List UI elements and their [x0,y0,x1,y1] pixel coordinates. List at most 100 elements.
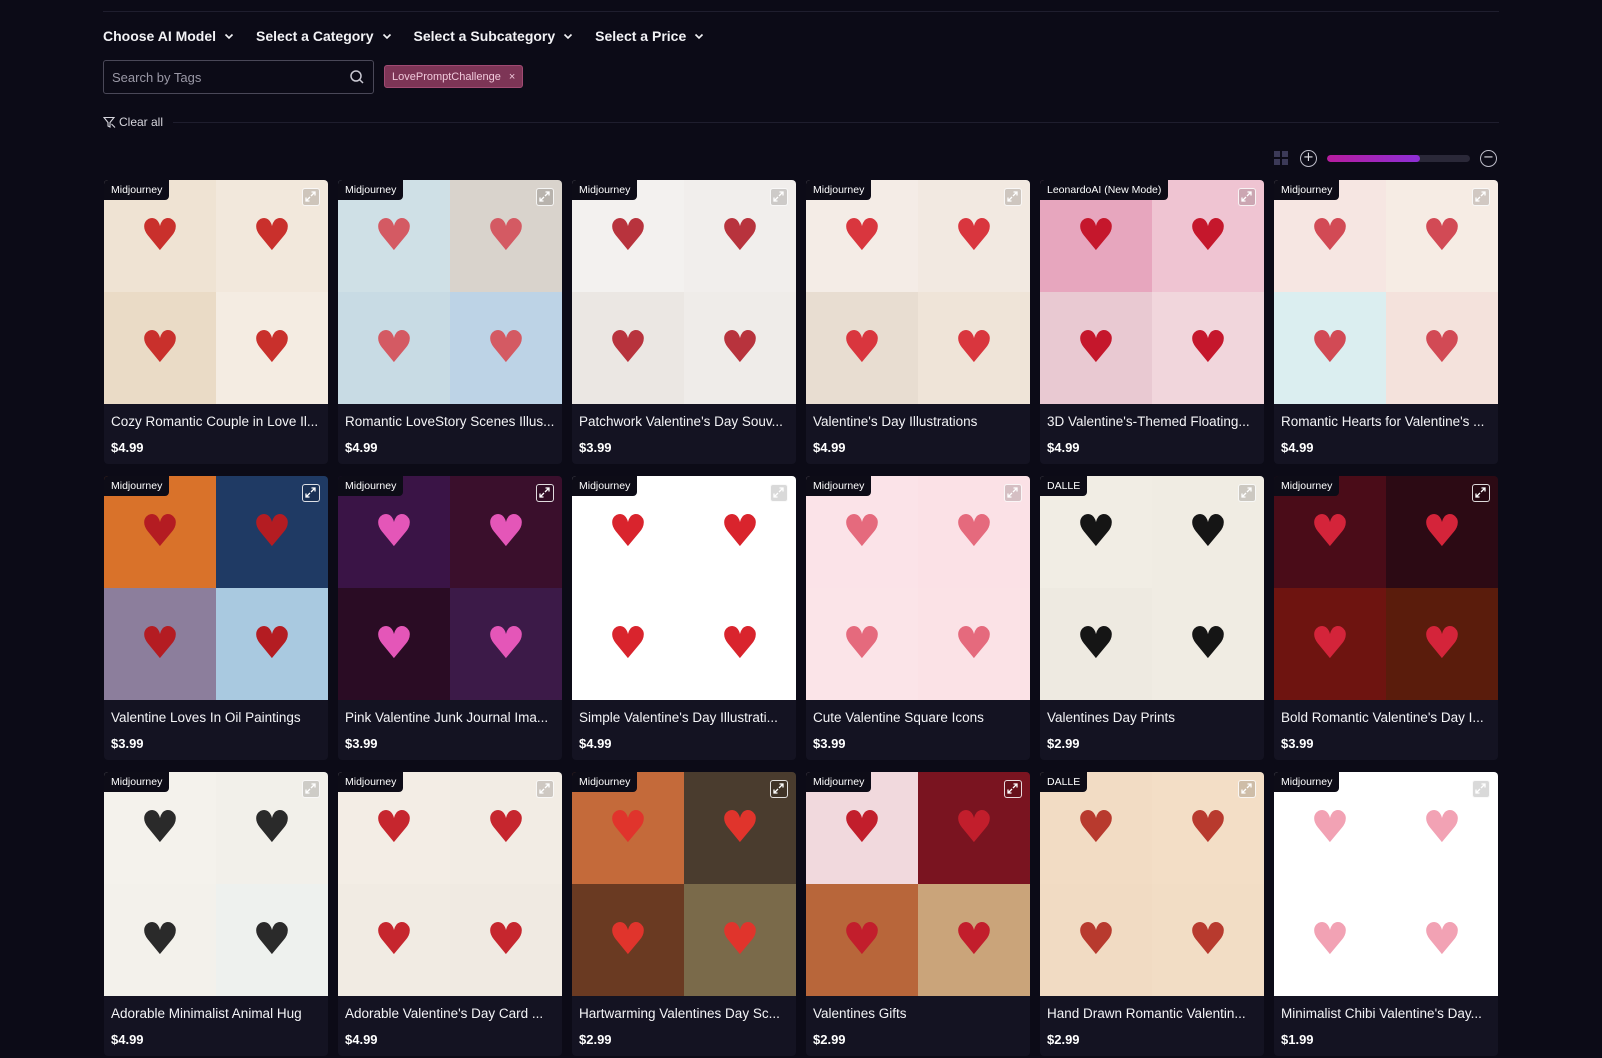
heart-icon: ♥ [1310,618,1350,669]
expand-icon[interactable] [302,188,320,206]
product-card[interactable]: ♥ ♥ ♥ ♥ DALLE Valentines Day Prints $2.99 [1040,476,1264,760]
product-title[interactable]: Valentine's Day Illustrations [813,414,1025,429]
product-thumbnail[interactable]: ♥ ♥ ♥ ♥ LeonardoAI (New Mode) [1040,180,1264,404]
heart-icon: ♥ [374,914,414,965]
product-card[interactable]: ♥ ♥ ♥ ♥ Midjourney Simple Valentine's Day Ill… [572,476,796,760]
product-card[interactable]: ♥ ♥ ♥ ♥ Midjourney Minimalist Chibi Valentine… [1274,772,1498,1056]
product-title[interactable]: Valentines Gifts [813,1006,1025,1021]
product-card[interactable]: ♥ ♥ ♥ ♥ Midjourney Bold Romantic Valentine's … [1274,476,1498,760]
expand-icon[interactable] [770,188,788,206]
product-card[interactable]: ♥ ♥ ♥ ♥ Midjourney Patchwork Valentine's Day … [572,180,796,464]
product-title[interactable]: Valentine Loves In Oil Paintings [111,710,323,725]
product-card[interactable]: ♥ ♥ ♥ ♥ DALLE Hand Drawn Romantic Valentin...… [1040,772,1264,1056]
product-title[interactable]: Adorable Minimalist Animal Hug [111,1006,323,1021]
expand-icon[interactable] [1238,780,1256,798]
product-card[interactable]: ♥ ♥ ♥ ♥ Midjourney Romantic LoveStory Scenes … [338,180,562,464]
product-thumbnail[interactable]: ♥ ♥ ♥ ♥ Midjourney [104,476,328,700]
heart-icon: ♥ [374,322,414,373]
product-card[interactable]: ♥ ♥ ♥ ♥ Midjourney Pink Valentine Junk Journa… [338,476,562,760]
expand-icon[interactable] [1004,484,1022,502]
product-title[interactable]: Cute Valentine Square Icons [813,710,1025,725]
expand-icon[interactable] [1472,484,1490,502]
heart-icon: ♥ [140,914,180,965]
zoom-out-button[interactable]: − [1480,149,1497,167]
product-title[interactable]: Hartwarming Valentines Day Sc... [579,1006,791,1021]
price-dropdown[interactable]: Select a Price [595,26,704,46]
expand-icon[interactable] [302,484,320,502]
expand-icon[interactable] [536,188,554,206]
product-card[interactable]: ♥ ♥ ♥ ♥ Midjourney Valentines Gifts $2.99 [806,772,1030,1056]
product-card[interactable]: ♥ ♥ ♥ ♥ Midjourney Romantic Hearts for Valent… [1274,180,1498,464]
product-thumbnail[interactable]: ♥ ♥ ♥ ♥ Midjourney [104,180,328,404]
product-title[interactable]: Valentines Day Prints [1047,710,1259,725]
product-title[interactable]: Adorable Valentine's Day Card ... [345,1006,557,1021]
product-card[interactable]: ♥ ♥ ♥ ♥ LeonardoAI (New Mode) 3D Valentine's-… [1040,180,1264,464]
product-thumbnail[interactable]: ♥ ♥ ♥ ♥ Midjourney [338,476,562,700]
product-thumbnail[interactable]: ♥ ♥ ♥ ♥ Midjourney [104,772,328,996]
product-title[interactable]: Minimalist Chibi Valentine's Day... [1281,1006,1493,1021]
product-title[interactable]: Simple Valentine's Day Illustrati... [579,710,791,725]
product-title[interactable]: Pink Valentine Junk Journal Ima... [345,710,557,725]
expand-icon[interactable] [770,484,788,502]
product-card[interactable]: ♥ ♥ ♥ ♥ Midjourney Hartwarming Valentines Day… [572,772,796,1056]
product-thumbnail[interactable]: ♥ ♥ ♥ ♥ Midjourney [1274,476,1498,700]
heart-icon: ♥ [720,914,760,965]
expand-icon[interactable] [1238,188,1256,206]
product-card[interactable]: ♥ ♥ ♥ ♥ Midjourney Valentine Loves In Oil Pai… [104,476,328,760]
view-controls: + − [1274,149,1497,167]
thumbnail-image: ♥ [338,292,450,404]
subcategory-dropdown[interactable]: Select a Subcategory [414,26,574,46]
expand-icon[interactable] [1004,188,1022,206]
product-thumbnail[interactable]: ♥ ♥ ♥ ♥ Midjourney [806,476,1030,700]
category-dropdown[interactable]: Select a Category [256,26,392,46]
product-thumbnail[interactable]: ♥ ♥ ♥ ♥ Midjourney [1274,180,1498,404]
expand-icon[interactable] [770,780,788,798]
remove-tag-button[interactable]: × [509,71,515,83]
grid-view-icon[interactable] [1274,151,1288,165]
heart-icon: ♥ [720,618,760,669]
product-card[interactable]: ♥ ♥ ♥ ♥ Midjourney Cute Valentine Square Icon… [806,476,1030,760]
clear-all-button[interactable]: Clear all [103,115,163,129]
product-title[interactable]: 3D Valentine's-Themed Floating... [1047,414,1259,429]
product-title[interactable]: Hand Drawn Romantic Valentin... [1047,1006,1259,1021]
expand-icon[interactable] [1004,780,1022,798]
heart-icon: ♥ [1310,322,1350,373]
heart-icon: ♥ [140,802,180,853]
product-thumbnail[interactable]: ♥ ♥ ♥ ♥ Midjourney [572,180,796,404]
product-thumbnail[interactable]: ♥ ♥ ♥ ♥ Midjourney [338,772,562,996]
product-title[interactable]: Bold Romantic Valentine's Day I... [1281,710,1493,725]
search-icon[interactable] [349,69,365,85]
product-card[interactable]: ♥ ♥ ♥ ♥ Midjourney Cozy Romantic Couple in Lo… [104,180,328,464]
product-title[interactable]: Patchwork Valentine's Day Souv... [579,414,791,429]
product-title[interactable]: Romantic LoveStory Scenes Illus... [345,414,557,429]
zoom-slider[interactable] [1327,154,1470,162]
product-title[interactable]: Cozy Romantic Couple in Love Il... [111,414,323,429]
product-card[interactable]: ♥ ♥ ♥ ♥ Midjourney Valentine's Day Illustrati… [806,180,1030,464]
product-thumbnail[interactable]: ♥ ♥ ♥ ♥ DALLE [1040,772,1264,996]
ai-model-dropdown[interactable]: Choose AI Model [103,26,234,46]
expand-icon[interactable] [536,484,554,502]
tag-search-input[interactable] [112,69,349,85]
zoom-in-button[interactable]: + [1300,149,1317,167]
product-thumbnail[interactable]: ♥ ♥ ♥ ♥ Midjourney [572,772,796,996]
expand-icon[interactable] [1472,780,1490,798]
heart-icon: ♥ [1076,210,1116,261]
product-thumbnail[interactable]: ♥ ♥ ♥ ♥ Midjourney [1274,772,1498,996]
product-thumbnail[interactable]: ♥ ♥ ♥ ♥ Midjourney [806,772,1030,996]
expand-icon[interactable] [1472,188,1490,206]
heart-icon: ♥ [1310,802,1350,853]
heart-icon: ♥ [842,506,882,557]
heart-icon: ♥ [252,210,292,261]
expand-icon[interactable] [302,780,320,798]
expand-icon[interactable] [1238,484,1256,502]
product-thumbnail[interactable]: ♥ ♥ ♥ ♥ Midjourney [572,476,796,700]
product-card[interactable]: ♥ ♥ ♥ ♥ Midjourney Adorable Valentine's Day C… [338,772,562,1056]
product-card[interactable]: ♥ ♥ ♥ ♥ Midjourney Adorable Minimalist Animal… [104,772,328,1056]
thumbnail-image: ♥ [684,884,796,996]
expand-icon[interactable] [536,780,554,798]
product-thumbnail[interactable]: ♥ ♥ ♥ ♥ Midjourney [338,180,562,404]
thumbnail-image: ♥ [104,292,216,404]
product-thumbnail[interactable]: ♥ ♥ ♥ ♥ Midjourney [806,180,1030,404]
product-thumbnail[interactable]: ♥ ♥ ♥ ♥ DALLE [1040,476,1264,700]
product-title[interactable]: Romantic Hearts for Valentine's ... [1281,414,1493,429]
